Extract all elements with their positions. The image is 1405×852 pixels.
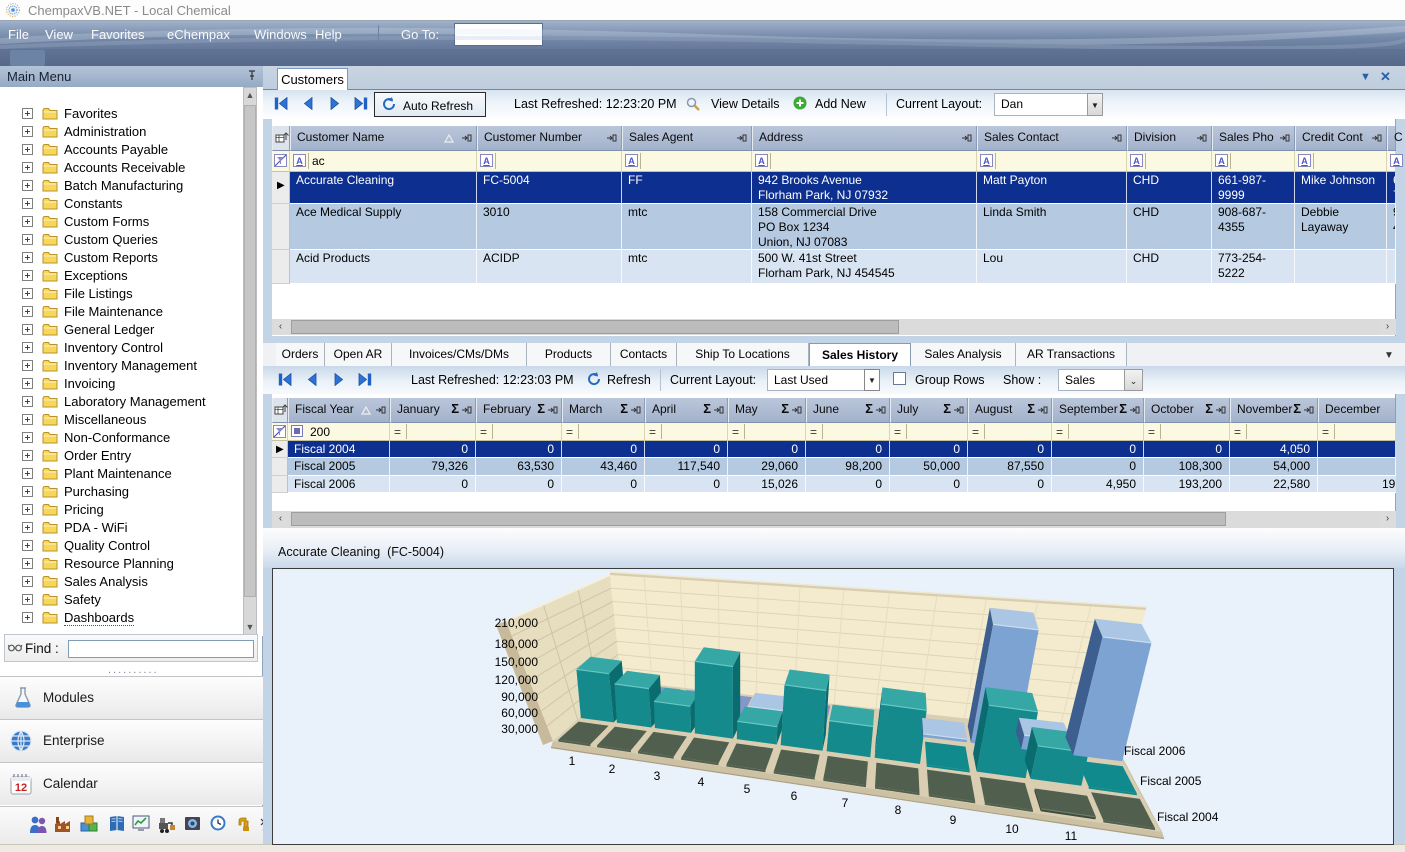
svg-text:9: 9: [950, 813, 957, 827]
svg-text:210,000: 210,000: [495, 616, 539, 630]
svg-text:2: 2: [609, 762, 616, 776]
svg-text:6: 6: [791, 789, 798, 803]
svg-text:Fiscal 2006: Fiscal 2006: [1124, 744, 1186, 758]
svg-text:7: 7: [842, 796, 849, 810]
svg-text:11: 11: [1065, 829, 1078, 843]
svg-text:60,000: 60,000: [501, 706, 538, 720]
svg-text:5: 5: [744, 782, 751, 796]
svg-text:180,000: 180,000: [495, 637, 539, 651]
svg-text:150,000: 150,000: [495, 655, 539, 669]
svg-text:1: 1: [569, 754, 576, 768]
svg-text:Fiscal 2004: Fiscal 2004: [1157, 810, 1219, 824]
svg-text:3: 3: [654, 769, 661, 783]
svg-text:90,000: 90,000: [501, 690, 538, 704]
svg-text:10: 10: [1005, 822, 1019, 836]
svg-text:Fiscal 2005: Fiscal 2005: [1140, 774, 1202, 788]
svg-text:4: 4: [698, 775, 705, 789]
svg-text:30,000: 30,000: [501, 722, 538, 736]
svg-text:120,000: 120,000: [495, 673, 539, 687]
svg-text:8: 8: [895, 803, 902, 817]
